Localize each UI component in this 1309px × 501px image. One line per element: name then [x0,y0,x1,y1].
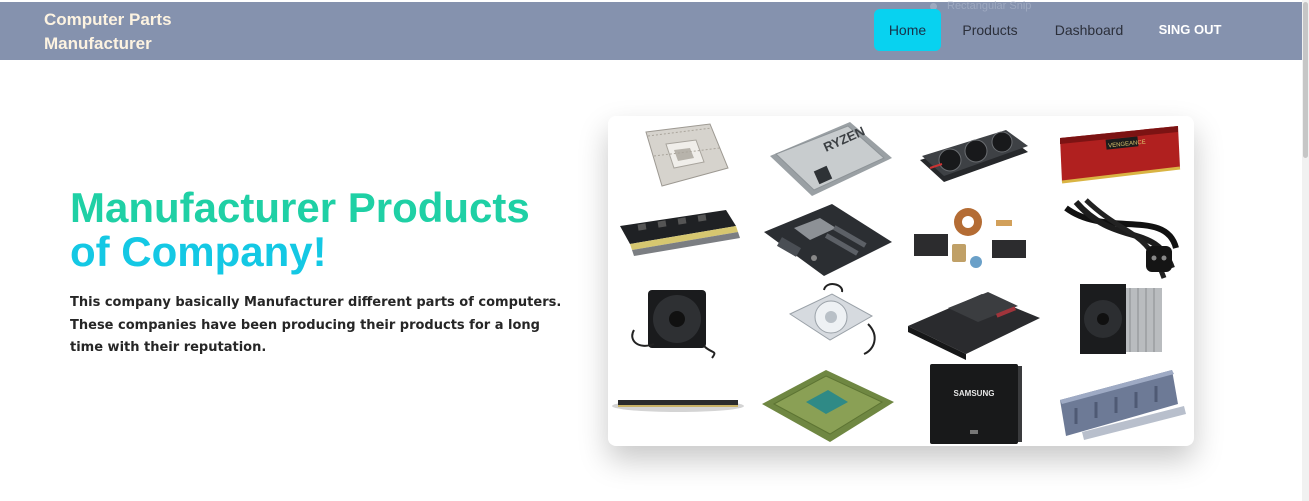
case-fan-icon [631,290,716,359]
nav-home-link[interactable]: Home [874,9,941,51]
processor-chip-icon [762,370,894,442]
gallery-tile-graphics-card [900,116,1046,198]
ram-red-icon: VENGEANCE [1060,126,1181,184]
gallery-tile-motherboard [754,198,900,280]
nav-dashboard-link[interactable]: Dashboard [1046,9,1132,51]
memory-module-icon [1060,370,1186,440]
brand-logo[interactable]: Computer Parts Manufacturer [44,8,214,56]
gallery-tile-red-ram: VENGEANCE [1046,116,1192,198]
ram-stick-icon [620,210,740,256]
brand-line-2: Manufacturer [44,34,152,53]
graphics-card-icon [920,130,1028,182]
clear-fan-icon [788,283,876,355]
products-image-grid: RYZEN VENGEANCE SAMSUNG [608,116,1194,446]
gallery-tile-ryzen-cpu: RYZEN [754,116,900,198]
motherboard-icon [764,204,892,276]
hero-description: This company basically Manufacturer diff… [70,295,562,355]
gallery-tile-components [900,198,1046,280]
hero-title: Manufacturer Products of Company! [70,186,590,274]
scrollbar-thumb[interactable] [1303,2,1308,158]
cpu-cooler-icon [1080,284,1162,354]
brand-line-1: Computer Parts [44,10,172,29]
power-cable-icon [1064,198,1179,279]
gallery-tile-ram-stick [608,198,754,280]
top-navbar: Computer Parts Manufacturer Rectangular … [0,0,1302,60]
gallery-tile-case-fan [608,280,754,362]
thin-ram-icon [612,400,744,412]
gallery-tile-cpu-cooler [1046,280,1192,362]
samsung-ssd-icon: SAMSUNG [930,364,1022,444]
gallery-tile-memory-module [1046,362,1192,444]
gallery-tile-samsung-ssd: SAMSUNG [900,362,1046,444]
gallery-tile-power-cable [1046,198,1192,280]
ryzen-cpu-icon: RYZEN [770,122,892,196]
gallery-tile-ssd [900,280,1046,362]
gallery-tile-processor-chip [754,362,900,444]
electronic-components-icon [914,208,1026,268]
ssd-drive-icon [908,292,1040,360]
gallery-tile-thin-ram [608,362,754,444]
nav-products-link[interactable]: Products [952,9,1028,51]
sign-out-button[interactable]: SING OUT [1148,9,1232,51]
hero-title-line-1: Manufacturer Products [70,184,530,231]
gallery-tile-clear-fan [754,280,900,362]
hero-title-line-2: of Company! [70,228,327,275]
gallery-tile-cpu-socket [608,116,754,198]
page-scrollbar[interactable] [1302,0,1309,501]
svg-text:SAMSUNG: SAMSUNG [954,389,995,398]
cpu-socket-icon [645,123,729,187]
